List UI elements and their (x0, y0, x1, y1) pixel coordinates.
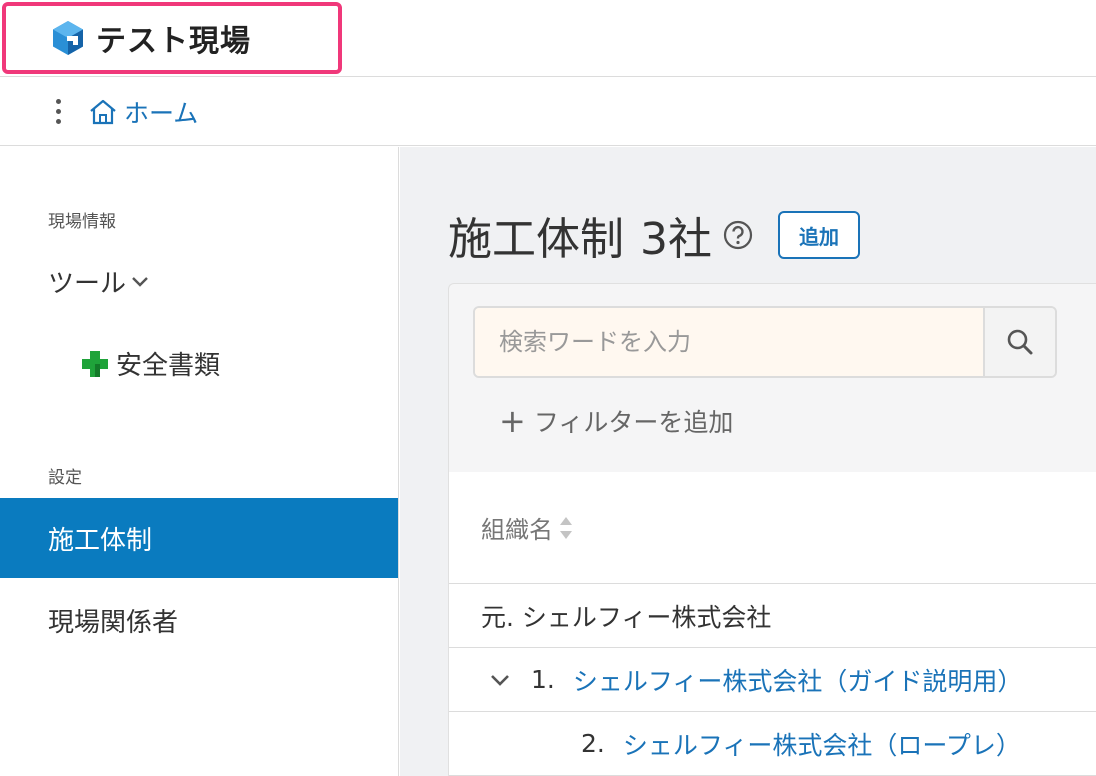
search-input[interactable] (475, 308, 983, 376)
search-button[interactable] (983, 308, 1055, 376)
sidebar-item-construction-structure[interactable]: 施工体制 (0, 498, 398, 578)
row-number: 2. (581, 729, 605, 758)
sidebar-section-settings: 設定 (48, 468, 82, 488)
kebab-menu-icon[interactable] (48, 97, 68, 127)
organization-panel: + フィルターを追加 組織名 元. シェルフィー株式会社 1. シェルフィー株式… (448, 283, 1096, 776)
sidebar-item-tools[interactable]: ツール (48, 263, 150, 300)
add-filter-button[interactable]: + フィルターを追加 (499, 402, 733, 440)
page-title: 施工体制 (448, 214, 624, 265)
sidebar-item-stakeholders[interactable]: 現場関係者 (48, 602, 178, 639)
chevron-down-icon (132, 276, 148, 287)
add-filter-label: フィルターを追加 (533, 408, 734, 437)
table-row: 1. シェルフィー株式会社（ガイド説明用） (449, 648, 1096, 712)
row-number: 1. (531, 665, 555, 694)
top-header: テスト現場 (0, 0, 1096, 77)
sidebar-item-label: ツール (48, 269, 127, 299)
green-cross-icon (82, 350, 108, 377)
sidebar-item-label: 安全書類 (116, 351, 221, 381)
company-count: 3社 (640, 214, 712, 265)
table-row: 元. シェルフィー株式会社 (449, 584, 1096, 648)
home-label: ホーム (124, 98, 199, 128)
help-icon[interactable] (722, 219, 754, 251)
main-content: 施工体制 3社 追加 + フィルターを追加 組織名 (400, 147, 1096, 776)
sidebar-section-info: 現場情報 (48, 212, 116, 232)
sidebar: 現場情報 ツール 安全書類 設定 施工体制 現場関係者 (0, 147, 399, 776)
sort-icon (560, 516, 572, 539)
breadcrumb-home-link[interactable]: ホーム (88, 94, 198, 130)
site-title-highlight[interactable]: テスト現場 (2, 2, 342, 74)
chevron-down-icon[interactable] (489, 672, 511, 688)
app-logo-icon (53, 21, 83, 55)
org-name-link[interactable]: シェルフィー株式会社（ロープレ） (623, 726, 1021, 762)
page-heading: 施工体制 3社 追加 (448, 203, 860, 267)
org-name-link[interactable]: シェルフィー株式会社（ガイド説明用） (573, 662, 1023, 698)
column-header-label: 組織名 (481, 516, 553, 544)
org-name: 元. シェルフィー株式会社 (481, 602, 772, 632)
breadcrumb: ホーム (0, 78, 1096, 146)
table-row: 2. シェルフィー株式会社（ロープレ） (449, 712, 1096, 776)
column-header-org-name[interactable]: 組織名 (449, 472, 1096, 584)
sidebar-item-safety-docs[interactable]: 安全書類 (80, 345, 220, 382)
organization-table: 組織名 元. シェルフィー株式会社 1. シェルフィー株式会社（ガイド説明用） … (449, 472, 1096, 776)
site-title: テスト現場 (96, 24, 251, 59)
add-button[interactable]: 追加 (778, 211, 860, 259)
plus-icon: + (499, 402, 526, 440)
home-icon (90, 99, 116, 124)
search-bar (473, 306, 1057, 378)
search-icon (1007, 329, 1033, 355)
